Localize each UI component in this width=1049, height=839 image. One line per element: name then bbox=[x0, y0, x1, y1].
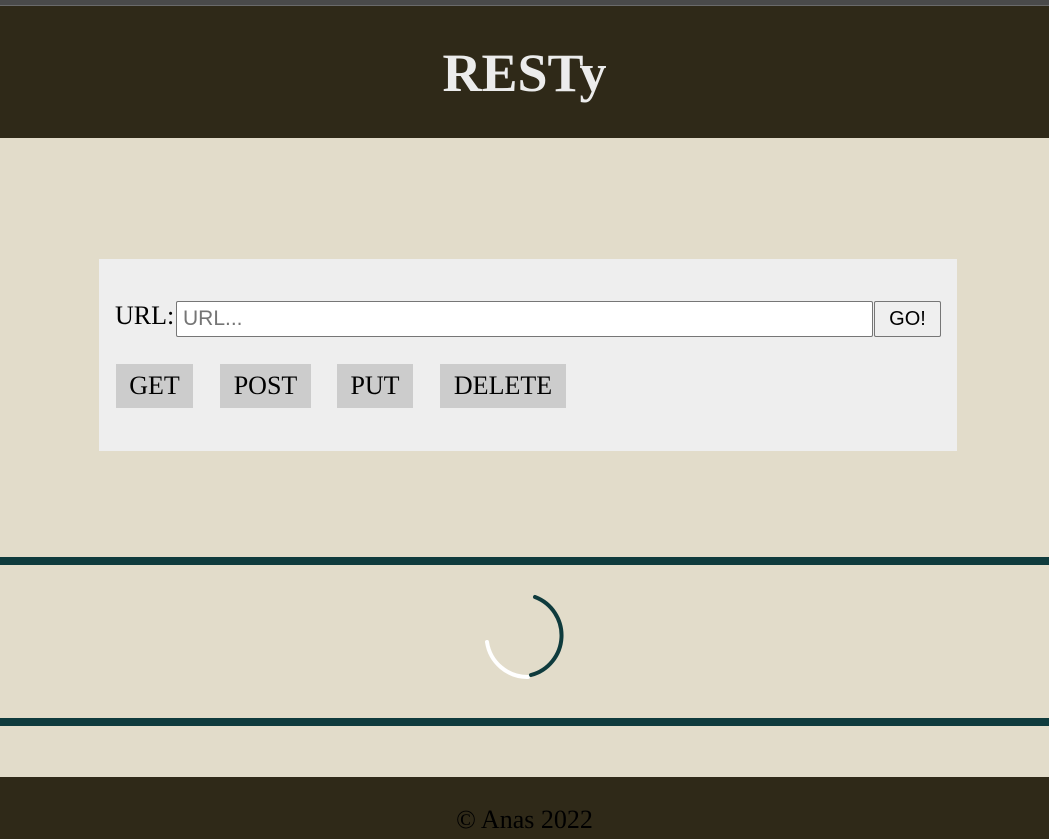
method-post-button[interactable]: POST bbox=[220, 364, 311, 408]
app-header: RESTy bbox=[0, 6, 1049, 138]
request-form: URL: GO! GET POST PUT DELETE bbox=[99, 259, 957, 451]
method-delete-button[interactable]: DELETE bbox=[440, 364, 566, 408]
results-bottom-divider bbox=[0, 718, 1049, 726]
footer-copyright: © Anas 2022 bbox=[456, 805, 593, 834]
method-put-button[interactable]: PUT bbox=[337, 364, 413, 408]
go-button[interactable]: GO! bbox=[874, 301, 941, 337]
app-title: RESTy bbox=[442, 43, 607, 103]
method-get-button[interactable]: GET bbox=[116, 364, 193, 408]
results-top-divider bbox=[0, 557, 1049, 565]
url-label: URL: bbox=[115, 301, 175, 330]
loading-spinner-icon bbox=[483, 593, 569, 680]
url-input[interactable] bbox=[176, 301, 873, 337]
app-footer: © Anas 2022 bbox=[0, 777, 1049, 839]
